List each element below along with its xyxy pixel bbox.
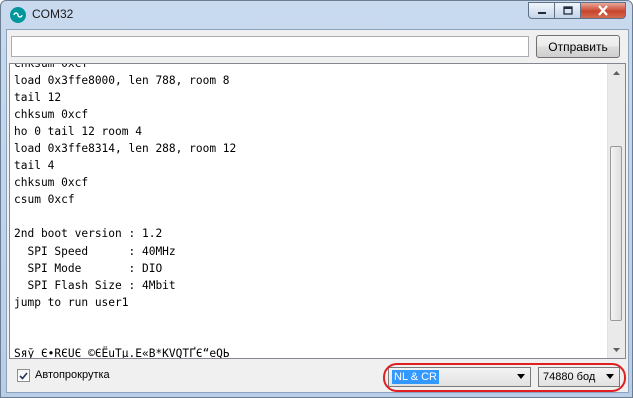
title-bar[interactable]: COM32	[1, 1, 632, 29]
log-line: SPI Mode : DIO	[14, 261, 163, 275]
log-line: load 0x3ffe8000, len 788, room 8	[14, 74, 230, 88]
autoscroll-label: Автопрокрутка	[35, 369, 110, 381]
close-icon	[598, 5, 608, 16]
log-line: chksum 0xcf	[14, 176, 89, 190]
monitor-client-area: Отправить chksum 0xcf load 0x3ffe8000, le…	[6, 29, 629, 393]
send-input[interactable]	[11, 36, 529, 57]
chevron-down-icon	[517, 374, 525, 379]
scrollbar-thumb[interactable]	[610, 146, 622, 321]
minimize-icon	[537, 11, 546, 14]
log-line: SPI Flash Size : 4Mbit	[14, 278, 176, 292]
line-ending-value: NL & CR	[392, 370, 439, 384]
baud-rate-value: 74880 бод	[543, 371, 596, 383]
serial-monitor-window: COM32 Отправить chksum 0xcf load 0x3ffe80…	[0, 0, 633, 398]
arrow-up-icon	[613, 70, 620, 75]
autoscroll-checkbox[interactable]	[17, 369, 30, 382]
arduino-infinity-icon	[10, 7, 26, 23]
log-line: ho 0 tail 12 room 4	[14, 125, 142, 139]
log-line: tail 12	[14, 91, 62, 105]
log-line: 2nd boot version : 1.2	[14, 227, 163, 241]
maximize-icon	[562, 6, 573, 15]
log-line: jump to run user1	[14, 295, 129, 309]
status-bar: Автопрокрутка NL & CR 74880 бод	[7, 361, 628, 392]
log-line: chksum 0xcf	[14, 108, 89, 122]
maximize-button[interactable]	[555, 2, 581, 19]
serial-output[interactable]: chksum 0xcf load 0x3ffe8000, len 788, roo…	[9, 63, 626, 359]
baud-rate-select[interactable]: 74880 бод	[538, 367, 620, 387]
vertical-scrollbar[interactable]	[607, 64, 625, 358]
minimize-button[interactable]	[528, 2, 555, 19]
send-button[interactable]: Отправить	[536, 35, 620, 58]
log-line: Sяў Є•RЄUЄ ©ЄЁuТµ.Е«В*КVQТҐЄ“еQЬ	[14, 346, 230, 359]
arrow-down-icon	[613, 347, 620, 352]
chevron-down-icon	[606, 374, 614, 379]
window-title: COM32	[32, 7, 74, 21]
log-line: tail 4	[14, 159, 55, 173]
log-line: csum 0xcf	[14, 193, 75, 207]
scroll-down-button[interactable]	[608, 341, 625, 358]
line-ending-select[interactable]: NL & CR	[388, 367, 531, 387]
scroll-up-button[interactable]	[608, 64, 625, 81]
log-line: load 0x3ffe8314, len 288, room 12	[14, 142, 237, 156]
checkmark-icon	[19, 371, 28, 380]
log-line: chksum 0xcf	[14, 63, 89, 70]
log-line: SPI Speed : 40MHz	[14, 244, 176, 258]
close-button[interactable]	[581, 2, 626, 19]
serial-log: chksum 0xcf load 0x3ffe8000, len 788, roo…	[14, 63, 604, 359]
